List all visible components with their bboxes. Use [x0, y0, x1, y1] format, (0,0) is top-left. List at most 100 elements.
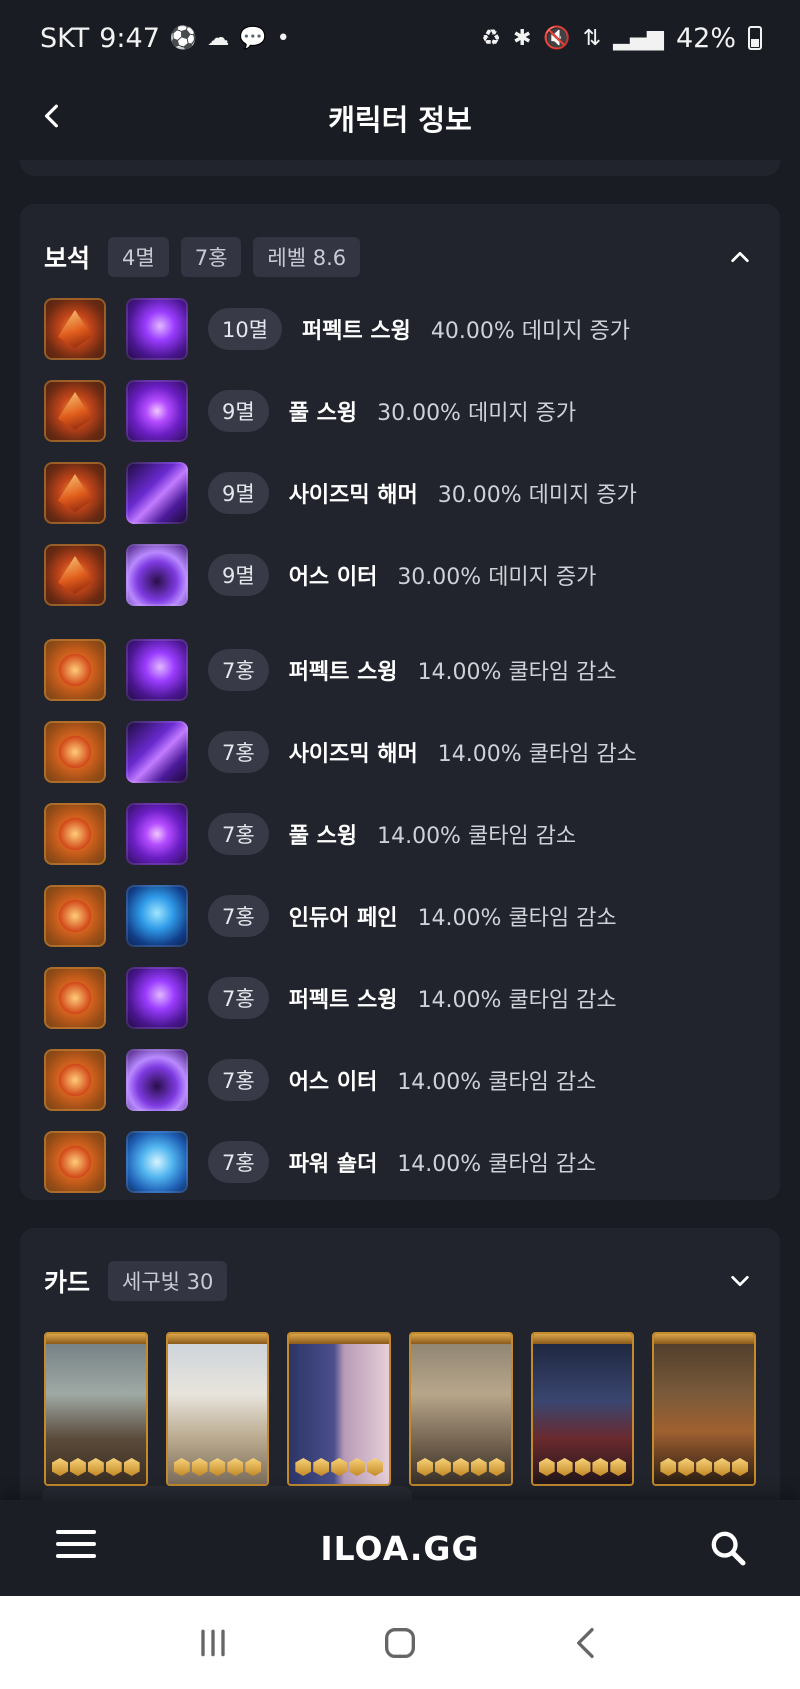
awakening-gem-icon — [209, 1458, 226, 1476]
system-back-button[interactable] — [557, 1613, 617, 1673]
gem-icon — [44, 1131, 106, 1193]
awakening-gem-icon — [366, 1458, 383, 1476]
jewel-row[interactable]: 7홍 어스 이터 14.00% 쿨타임 감소 — [44, 1039, 756, 1121]
card-frame — [167, 1334, 268, 1344]
gem-icon — [44, 298, 106, 360]
battery-saver-icon: ♻ — [481, 25, 501, 51]
jewels-section: 보석 4멸 7홍 레벨 8.6 10멸 퍼펙트 스윙 40.00% 데미지 증가 9멸… — [20, 204, 780, 1200]
expand-button[interactable] — [724, 1265, 756, 1297]
carrier-label: SKT — [40, 22, 90, 54]
awakening-gems — [417, 1458, 505, 1476]
jewel-row[interactable]: 9멸 사이즈믹 해머 30.00% 데미지 증가 — [44, 452, 756, 534]
game-card[interactable] — [44, 1332, 148, 1486]
game-card[interactable] — [409, 1332, 513, 1486]
home-icon — [384, 1627, 415, 1658]
collapse-button[interactable] — [724, 241, 756, 273]
hamburger-icon — [56, 1542, 96, 1546]
jewel-level-chip: 레벨 8.6 — [253, 237, 361, 277]
awakening-gem-icon — [574, 1458, 591, 1476]
skill-name: 인듀어 페인 — [288, 906, 398, 931]
awakening-gem-icon — [417, 1458, 434, 1476]
awakening-gem-icon — [52, 1458, 68, 1476]
jewel-row[interactable]: 9멸 어스 이터 30.00% 데미지 증가 — [44, 534, 756, 616]
game-card[interactable] — [287, 1332, 392, 1486]
skill-icon — [126, 885, 188, 947]
skill-icon — [126, 1049, 188, 1111]
gem-effect: 14.00% 쿨타임 감소 — [437, 742, 637, 767]
awakening-gem-icon — [610, 1458, 627, 1476]
gem-level-badge: 7홍 — [208, 977, 269, 1019]
jewel-row[interactable]: 9멸 풀 스윙 30.00% 데미지 증가 — [44, 370, 756, 452]
awakening-gem-icon — [173, 1458, 190, 1476]
signal-icon: ▂▄▆ — [613, 25, 664, 51]
skill-name: 사이즈믹 해머 — [288, 483, 418, 508]
awakening-gem-icon — [123, 1458, 140, 1476]
gem-level-badge: 9멸 — [208, 472, 269, 514]
gem-level-badge: 7홍 — [208, 731, 269, 773]
android-navigation-bar — [0, 1596, 800, 1689]
bottom-app-bar: ILOA.GG — [0, 1500, 800, 1596]
clock: 9:47 — [99, 22, 160, 54]
jewel-row[interactable]: 10멸 퍼펙트 스윙 40.00% 데미지 증가 — [44, 288, 756, 370]
jewel-row[interactable]: 7홍 인듀어 페인 14.00% 쿨타임 감소 — [44, 875, 756, 957]
game-card[interactable] — [530, 1332, 635, 1486]
jewel-row[interactable]: 7홍 퍼펙트 스윙 14.00% 쿨타임 감소 — [44, 629, 756, 711]
cards-header[interactable]: 카드 세구빛 30 — [20, 1228, 780, 1312]
hamburger-icon — [56, 1554, 96, 1558]
awakening-gem-icon — [349, 1458, 366, 1476]
search-icon — [711, 1531, 746, 1566]
recent-apps-icon — [201, 1629, 225, 1656]
jewel-summary-chip: 4멸 — [108, 237, 169, 277]
jewel-row[interactable]: 7홍 사이즈믹 해머 14.00% 쿨타임 감소 — [44, 711, 756, 793]
awakening-gem-icon — [245, 1458, 262, 1476]
page-title: 캐릭터 정보 — [328, 103, 472, 137]
jewels-title: 보석 — [44, 244, 91, 273]
gem-level-badge: 10멸 — [208, 308, 283, 350]
site-logo[interactable]: ILOA.GG — [320, 1529, 479, 1568]
awakening-gem-icon — [227, 1458, 244, 1476]
card-frame — [532, 1334, 633, 1344]
gem-effect: 14.00% 쿨타임 감소 — [397, 1152, 597, 1177]
recent-apps-button[interactable] — [183, 1613, 243, 1673]
gem-level-badge: 7홍 — [208, 1059, 269, 1101]
search-button[interactable] — [708, 1528, 748, 1568]
gem-level-badge: 9멸 — [208, 554, 269, 596]
jewels-header[interactable]: 보석 4멸 7홍 레벨 8.6 — [20, 204, 780, 288]
mute-icon: 🔇 — [543, 25, 571, 51]
menu-button[interactable] — [56, 1530, 96, 1566]
gem-icon — [44, 544, 106, 606]
battery-icon — [748, 26, 762, 50]
game-card[interactable] — [165, 1332, 270, 1486]
gem-icon — [44, 380, 106, 442]
awakening-gems — [295, 1458, 383, 1476]
5g-icon: ⇅ — [582, 25, 602, 51]
skill-icon — [126, 1131, 188, 1193]
jewel-row[interactable]: 7홍 풀 스윙 14.00% 쿨타임 감소 — [44, 793, 756, 875]
card-frame — [411, 1334, 511, 1344]
game-card[interactable] — [652, 1332, 757, 1486]
app-header: 캐릭터 정보 — [0, 76, 800, 160]
card-frame — [654, 1334, 755, 1344]
awakening-gem-icon — [434, 1458, 451, 1476]
skill-icon — [126, 298, 188, 360]
awakening-gems — [52, 1458, 140, 1476]
back-button[interactable] — [30, 94, 74, 138]
awakening-gem-icon — [660, 1458, 677, 1476]
jewel-row[interactable]: 7홍 퍼펙트 스윙 14.00% 쿨타임 감소 — [44, 957, 756, 1039]
card-frame — [46, 1334, 146, 1344]
gem-icon — [44, 1049, 106, 1111]
gem-level-badge: 7홍 — [208, 649, 269, 691]
skill-name: 퍼펙트 스윙 — [302, 319, 411, 344]
cloud-icon: ☁ — [207, 25, 230, 51]
gem-effect: 14.00% 쿨타임 감소 — [377, 824, 577, 849]
jewel-row[interactable]: 7홍 파워 숄더 14.00% 쿨타임 감소 — [44, 1121, 756, 1203]
skill-name: 어스 이터 — [288, 1070, 378, 1095]
gem-icon — [44, 803, 106, 865]
skill-name: 어스 이터 — [288, 565, 378, 590]
skill-icon — [126, 639, 188, 701]
battery-percent: 42% — [675, 22, 736, 54]
home-button[interactable] — [370, 1613, 430, 1673]
awakening-gem-icon — [313, 1458, 330, 1476]
status-right: ♻ ✱ 🔇 ⇅ ▂▄▆ 42% — [481, 23, 762, 54]
awakening-gem-icon — [556, 1458, 573, 1476]
